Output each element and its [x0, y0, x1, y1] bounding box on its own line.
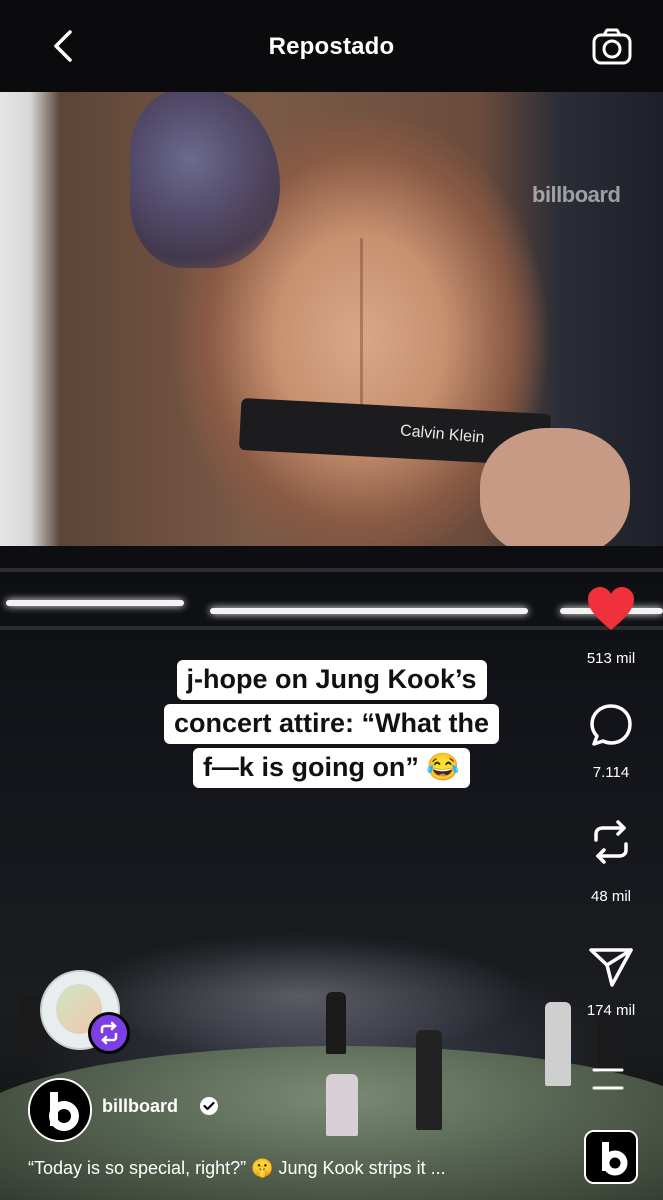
performer	[326, 992, 346, 1054]
hand	[480, 428, 630, 546]
share-count: 174 mil	[586, 1002, 636, 1019]
comment-count: 7.114	[592, 764, 630, 781]
video-caption-line: concert attire: “What the	[0, 704, 663, 744]
stage-truss	[0, 626, 663, 630]
account-name[interactable]: billboard	[102, 1096, 178, 1117]
repost-count: 48 mil	[590, 888, 631, 905]
billboard-watermark: billboard	[532, 182, 621, 207]
tattoo-area	[130, 88, 280, 268]
performer	[598, 1012, 616, 1072]
performer	[326, 1074, 358, 1136]
camera-icon[interactable]	[591, 26, 633, 68]
heart-icon[interactable]	[586, 586, 636, 632]
repost-icon[interactable]	[590, 818, 632, 866]
verified-badge-icon	[200, 1097, 218, 1115]
video-caption-text: j-hope on Jung Kook’s	[176, 660, 487, 700]
comment-icon[interactable]	[588, 702, 634, 748]
stage-truss	[0, 568, 663, 572]
reel-video[interactable]	[0, 546, 663, 1200]
account-avatar[interactable]	[28, 1078, 92, 1142]
video-caption-text: concert attire: “What the	[163, 704, 500, 744]
billboard-logo-icon	[30, 1080, 90, 1140]
audio-thumbnail[interactable]	[584, 1130, 638, 1184]
more-options-icon[interactable]	[590, 1065, 626, 1093]
reposted-photo[interactable]: Calvin Klein billboard	[0, 88, 663, 546]
post-caption[interactable]: “Today is so special, right?” 🤫 Jung Koo…	[28, 1158, 548, 1179]
video-caption-text: f—k is going on” 😂	[192, 748, 471, 788]
video-caption-line: f—k is going on” 😂	[0, 748, 663, 788]
video-caption-line: j-hope on Jung Kook’s	[0, 660, 663, 700]
share-icon[interactable]	[588, 944, 634, 988]
camera-operator	[18, 996, 40, 1056]
repost-badge-icon	[88, 1012, 130, 1054]
like-count: 513 mil	[586, 650, 636, 667]
stage-light	[6, 600, 184, 606]
top-bar: Repostado	[0, 0, 663, 92]
performer	[416, 1030, 442, 1130]
stage-light	[210, 608, 528, 614]
page-title: Repostado	[268, 33, 395, 60]
billboard-logo-icon	[586, 1132, 636, 1182]
